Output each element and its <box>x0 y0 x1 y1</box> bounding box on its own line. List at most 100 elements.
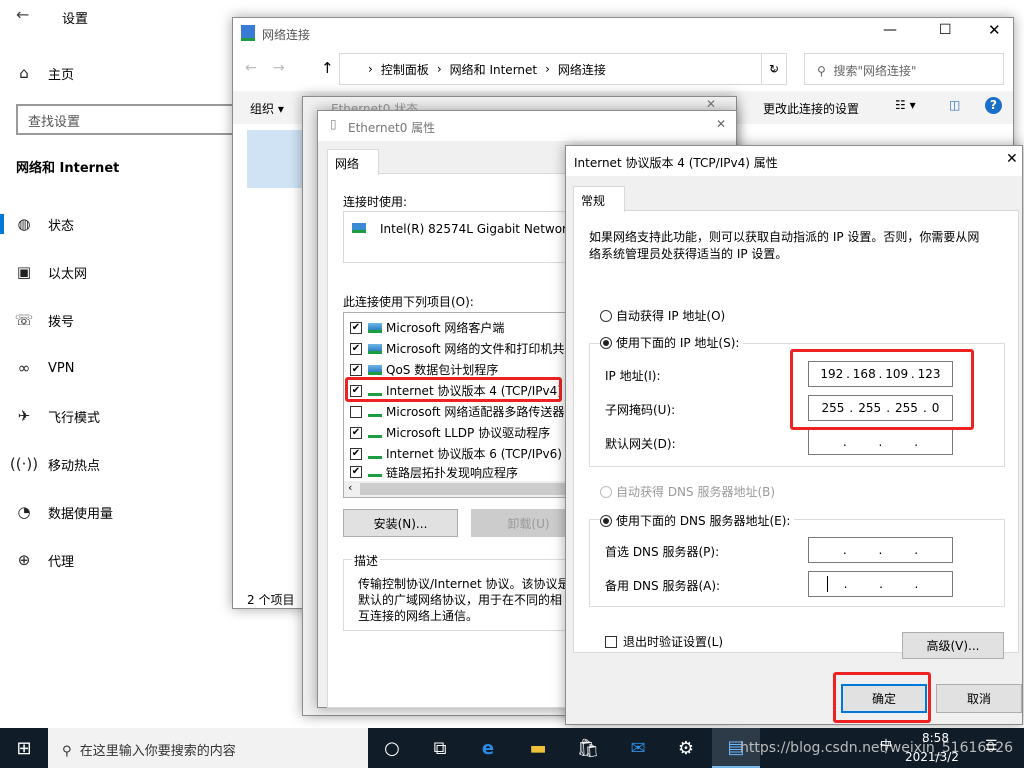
ip-highlight <box>790 349 974 430</box>
connection-icon[interactable] <box>247 130 303 188</box>
back-button[interactable]: ← <box>245 60 257 76</box>
radio[interactable] <box>600 337 612 349</box>
forward-button[interactable]: → <box>273 60 285 76</box>
organize-menu[interactable]: 组织 ▾ <box>250 100 284 117</box>
close-button[interactable]: ✕ <box>706 97 716 111</box>
nav-ethernet[interactable]: ▣ 以太网 <box>0 252 232 292</box>
close-button[interactable]: ✕ <box>1006 151 1018 167</box>
checkbox[interactable]: ✔ <box>350 342 362 355</box>
nav-hotspot[interactable]: ((·)) 移动热点 <box>0 444 232 484</box>
view-options-icon[interactable]: ☷ ▾ <box>895 98 916 112</box>
preview-pane-icon[interactable]: ◫ <box>949 98 960 112</box>
protocol-icon <box>368 428 382 438</box>
breadcrumb-item[interactable]: 控制面板 <box>381 61 429 78</box>
scroll-left-icon[interactable]: ‹ <box>348 481 352 494</box>
nav-dialup[interactable]: ☏ 拨号 <box>0 300 232 340</box>
item-label: QoS 数据包计划程序 <box>386 363 499 377</box>
description-text: 传输控制协议/Internet 协议。该协议是默认的广域网络协议，用于在不同的相… <box>358 577 570 623</box>
chevron-right-icon: › <box>545 62 550 76</box>
mask-label: 子网掩码(U): <box>605 403 676 417</box>
close-button[interactable]: ✕ <box>988 21 1001 39</box>
breadcrumb-item[interactable]: 网络和 Internet <box>450 61 537 78</box>
close-button[interactable]: ✕ <box>716 117 726 131</box>
list-item[interactable]: ✔ Microsoft 网络客户端 <box>350 317 504 338</box>
nav-status[interactable]: ◍ 状态 <box>0 204 232 244</box>
checkbox[interactable] <box>605 636 617 648</box>
advanced-button[interactable]: 高级(V)... <box>902 632 1004 659</box>
settings-gear-icon[interactable]: ⚙ <box>662 728 710 768</box>
minimize-button[interactable]: — <box>883 22 897 38</box>
mail-icon[interactable]: ✉ <box>614 728 662 768</box>
start-button[interactable]: ⊞ <box>0 728 48 768</box>
cortana-icon[interactable]: ○ <box>368 728 416 768</box>
adapter-name: Intel(R) 82574L Gigabit Network <box>380 222 574 236</box>
checkbox[interactable]: ✔ <box>350 363 362 376</box>
item-label: Microsoft 网络的文件和打印机共享 <box>386 342 577 356</box>
alternate-dns-field[interactable]: ... <box>808 571 953 597</box>
gateway-field[interactable]: ... <box>808 429 953 455</box>
checkbox[interactable]: ✔ <box>350 466 362 478</box>
preferred-dns-label: 首选 DNS 服务器(P): <box>605 545 720 559</box>
window-title: 网络连接 <box>262 28 311 42</box>
store-icon[interactable]: 🛍 <box>564 728 612 768</box>
task-view-icon[interactable]: ⧉ <box>416 728 464 768</box>
checkbox-label: 退出时验证设置(L) <box>623 635 724 649</box>
list-item[interactable]: Microsoft 网络适配器多路传送器协议 <box>350 401 588 422</box>
install-button[interactable]: 安装(N)... <box>343 509 458 537</box>
item-label: Microsoft LLDP 协议驱动程序 <box>386 426 551 440</box>
data-usage-icon: ◔ <box>17 503 31 521</box>
edge-icon[interactable]: e <box>464 728 512 768</box>
chevron-right-icon: › <box>436 62 442 76</box>
change-settings-button[interactable]: 更改此连接的设置 <box>763 100 859 117</box>
checkbox[interactable]: ✔ <box>350 321 362 334</box>
list-item[interactable]: ✔ 链路层拓扑发现响应程序 <box>350 464 518 480</box>
nav-home[interactable]: ⌂ 主页 <box>0 53 232 93</box>
ipv4-properties-dialog: Internet 协议版本 4 (TCP/IPv4) 属性 ✕ 常规 如果网络支… <box>565 145 1023 725</box>
list-item[interactable]: ✔ Internet 协议版本 6 (TCP/IPv6) <box>350 443 562 464</box>
protocol-icon <box>368 467 382 477</box>
nav-airplane[interactable]: ✈ 飞行模式 <box>0 396 232 436</box>
tab-general[interactable]: 常规 <box>573 186 625 212</box>
back-arrow-icon[interactable]: ← <box>16 5 29 24</box>
notification-icon[interactable]: ☰ <box>985 738 998 754</box>
breadcrumb-item[interactable]: 网络连接 <box>558 61 606 78</box>
list-item[interactable]: ✔ Microsoft LLDP 协议驱动程序 <box>350 422 550 443</box>
help-icon[interactable]: ? <box>985 97 1002 114</box>
watermark: https://blog.csdn.net/weixin_51616026 <box>740 740 1014 756</box>
nav-vpn[interactable]: ∞ VPN <box>0 348 232 388</box>
ime-indicator[interactable]: 中 <box>880 736 892 753</box>
nav-proxy[interactable]: ⊕ 代理 <box>0 540 232 580</box>
alternate-dns-label: 备用 DNS 服务器(A): <box>605 579 721 593</box>
checkbox[interactable] <box>350 405 362 418</box>
radio[interactable] <box>600 515 612 527</box>
refresh-button[interactable]: ↻ <box>761 53 787 85</box>
taskbar-search-input[interactable]: ⚲ 在这里输入你要搜索的内容 <box>48 728 368 768</box>
network-folder-icon <box>241 25 255 41</box>
file-explorer-icon[interactable]: ▬ <box>514 728 562 768</box>
cancel-button[interactable]: 取消 <box>936 684 1022 713</box>
checkbox[interactable]: ✔ <box>350 426 362 439</box>
up-button[interactable]: ↑ <box>321 59 334 77</box>
validate-checkbox[interactable]: 退出时验证设置(L) <box>605 633 723 650</box>
maximize-button[interactable]: ☐ <box>939 22 952 38</box>
radio-auto-dns[interactable]: 自动获得 DNS 服务器地址(B) <box>600 483 775 500</box>
nav-data-usage[interactable]: ◔ 数据使用量 <box>0 492 232 532</box>
radio-label: 自动获得 IP 地址(O) <box>616 309 726 323</box>
preferred-dns-field[interactable]: ... <box>808 537 953 563</box>
tab-network[interactable]: 网络 <box>327 149 379 175</box>
checkbox[interactable]: ✔ <box>350 447 362 460</box>
clock-date[interactable]: 2021/3/2 <box>905 750 959 764</box>
radio[interactable] <box>600 486 612 498</box>
radio-auto-ip[interactable]: 自动获得 IP 地址(O) <box>600 307 725 324</box>
radio-manual-ip[interactable]: 使用下面的 IP 地址(S): <box>600 334 744 351</box>
hotspot-icon: ((·)) <box>9 455 39 473</box>
radio-manual-dns[interactable]: 使用下面的 DNS 服务器地址(E): <box>600 512 795 529</box>
address-bar[interactable]: › 控制面板 › 网络和 Internet › 网络连接 ⌄ <box>339 53 787 85</box>
search-input[interactable]: ⚲ 搜索"网络连接" <box>804 53 1004 85</box>
list-item[interactable]: ✔ Microsoft 网络的文件和打印机共享 <box>350 338 576 359</box>
settings-search-input[interactable]: 查找设置 <box>16 104 256 135</box>
protocol-icon <box>368 407 382 417</box>
nav-label: 状态 <box>48 218 75 234</box>
clock-time[interactable]: 8:58 <box>922 731 949 745</box>
radio[interactable] <box>600 310 612 322</box>
